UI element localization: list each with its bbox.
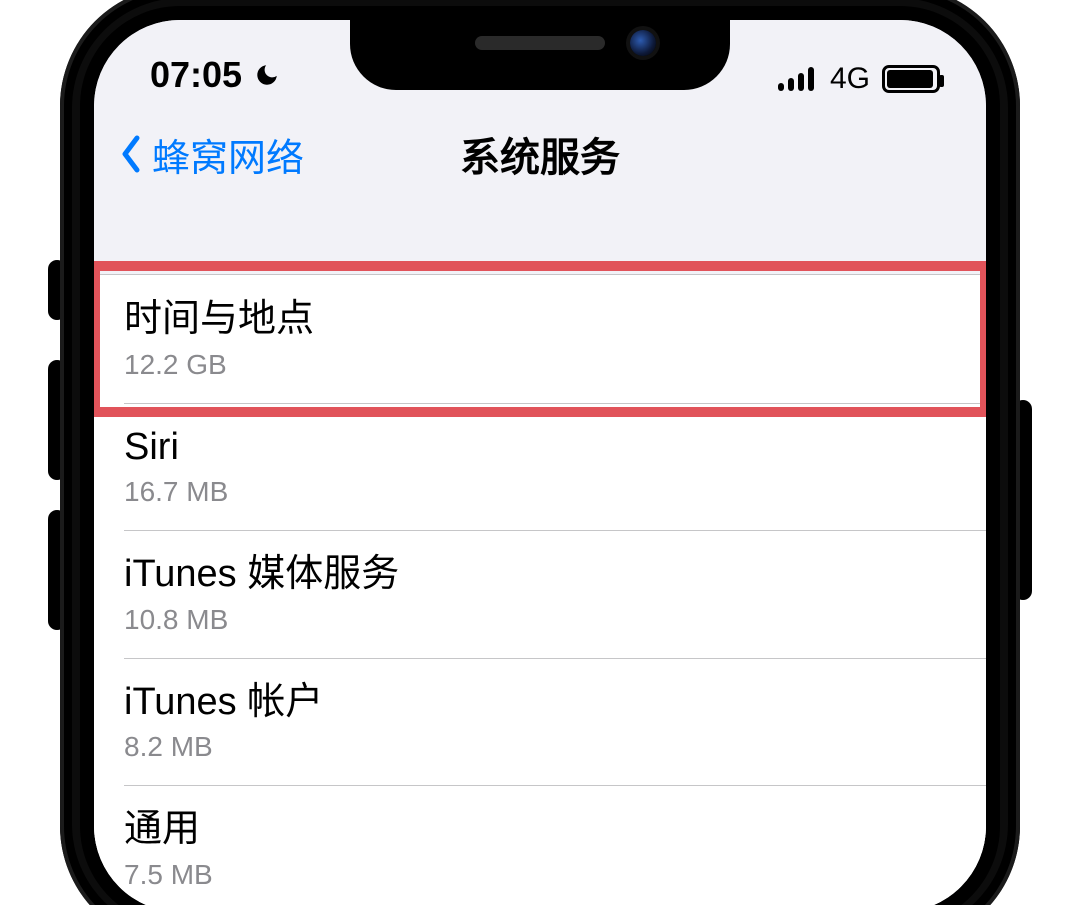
back-button[interactable]: 蜂窝网络	[114, 104, 304, 204]
list-item-detail: 8.2 MB	[124, 731, 956, 763]
phone-earpiece	[475, 36, 605, 50]
list-item-detail: 10.8 MB	[124, 604, 956, 636]
nav-bar: 蜂窝网络 系统服务	[94, 104, 986, 204]
phone-front-camera-icon	[630, 30, 656, 56]
list-item-title: 时间与地点	[124, 297, 956, 343]
stage: 07:05 4G	[0, 0, 1080, 905]
list-item-detail: 7.5 MB	[124, 859, 956, 891]
list-item-itunes-account[interactable]: iTunes 帐户 8.2 MB	[94, 658, 986, 786]
list-item-title: iTunes 媒体服务	[124, 552, 956, 598]
list-item-detail: 12.2 GB	[124, 349, 956, 381]
list-item-general[interactable]: 通用 7.5 MB	[94, 785, 986, 905]
list-item-siri[interactable]: Siri 16.7 MB	[94, 403, 986, 531]
chevron-left-icon	[114, 132, 148, 176]
page-title: 系统服务	[460, 125, 620, 183]
list-item-title: 通用	[124, 807, 956, 853]
phone-screen: 07:05 4G	[94, 20, 986, 905]
phone-frame: 07:05 4G	[60, 0, 1020, 905]
section-header-spacer	[94, 204, 986, 274]
network-type-label: 4G	[830, 62, 870, 96]
list-item-title: iTunes 帐户	[124, 680, 956, 726]
list-item-time-location[interactable]: 时间与地点 12.2 GB	[94, 275, 986, 403]
cellular-signal-icon	[778, 67, 814, 91]
status-time: 07:05	[150, 54, 242, 96]
list-item-title: Siri	[124, 425, 956, 471]
list-item-detail: 16.7 MB	[124, 476, 956, 508]
system-services-list: 时间与地点 12.2 GB Siri 16.7 MB iTunes 媒体服务 1…	[94, 274, 986, 905]
do-not-disturb-moon-icon	[254, 62, 280, 88]
battery-icon	[882, 65, 940, 93]
back-button-label: 蜂窝网络	[152, 127, 304, 182]
list-item-itunes-media[interactable]: iTunes 媒体服务 10.8 MB	[94, 530, 986, 658]
phone-notch	[350, 18, 730, 90]
